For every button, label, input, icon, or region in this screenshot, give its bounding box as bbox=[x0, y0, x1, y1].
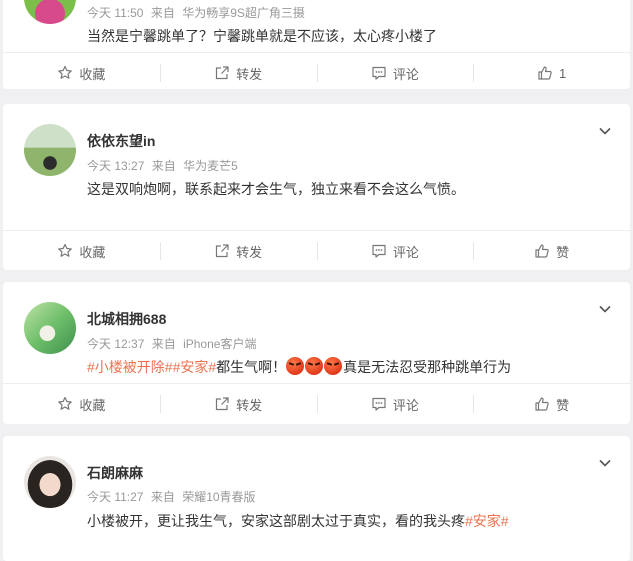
action-bar: 收藏 转发 评论 赞 bbox=[3, 383, 630, 424]
hashtag-link[interactable]: #小楼被开除# bbox=[87, 359, 173, 375]
avatar[interactable] bbox=[24, 456, 76, 508]
comment-label: 评论 bbox=[392, 244, 419, 260]
post-time: 今天 11:27 bbox=[87, 490, 144, 504]
post-card: 今天 11:50 来自 华为畅享9S超广角三摄 当然是宁馨跳单了？宁馨跳单就是不… bbox=[3, 0, 630, 89]
forward-label: 转发 bbox=[236, 244, 263, 260]
post-text-body: 小楼被开，更让我生气，安家这部剧太过于真实，看的我头疼 bbox=[87, 513, 465, 529]
thumbs-up-icon bbox=[535, 397, 549, 411]
star-outline-icon bbox=[58, 396, 73, 410]
post-meta: 今天 13:27 来自 华为麦芒5 bbox=[87, 157, 242, 174]
post-from: 来自 bbox=[150, 490, 175, 504]
chevron-down-icon[interactable] bbox=[598, 302, 612, 316]
avatar[interactable] bbox=[24, 302, 76, 354]
angry-emoji-icon bbox=[305, 357, 324, 375]
avatar[interactable] bbox=[24, 0, 76, 24]
hashtag-link[interactable]: #安家# bbox=[173, 359, 217, 375]
action-bar: 收藏 转发 评论 1 bbox=[3, 52, 630, 89]
star-outline-icon bbox=[58, 65, 73, 79]
like-button[interactable]: 1 bbox=[473, 53, 630, 89]
comment-button[interactable]: 评论 bbox=[316, 53, 474, 89]
action-bar: 收藏 转发 评论 赞 bbox=[3, 230, 630, 270]
post-from: 来自 bbox=[151, 337, 176, 351]
collect-label: 收藏 bbox=[79, 244, 106, 260]
comment-button[interactable]: 评论 bbox=[316, 231, 474, 270]
collect-button[interactable]: 收藏 bbox=[3, 384, 160, 424]
post-time: 今天 12:37 bbox=[87, 337, 145, 351]
share-box-icon bbox=[216, 397, 229, 411]
thumbs-up-icon bbox=[535, 244, 549, 258]
post-meta: 今天 11:27 来自 荣耀10青春版 bbox=[87, 488, 260, 505]
username[interactable]: 石朗麻麻 bbox=[87, 463, 143, 483]
collect-label: 收藏 bbox=[79, 66, 106, 82]
like-label: 赞 bbox=[556, 244, 570, 260]
post-meta: 今天 12:37 来自 iPhone客户端 bbox=[87, 335, 260, 352]
post-text: 小楼被开，更让我生气，安家这部剧太过于真实，看的我头疼#安家# bbox=[87, 511, 509, 531]
comment-bubble-icon bbox=[372, 244, 386, 258]
share-box-icon bbox=[216, 66, 229, 80]
collect-button[interactable]: 收藏 bbox=[3, 53, 160, 89]
username[interactable]: 依依东望in bbox=[87, 131, 155, 151]
avatar[interactable] bbox=[24, 124, 76, 176]
like-button[interactable]: 赞 bbox=[473, 231, 630, 270]
forward-button[interactable]: 转发 bbox=[159, 384, 317, 424]
hashtag-link[interactable]: #安家# bbox=[465, 513, 509, 529]
post-text-end: 真是无法忍受那种跳单行为 bbox=[343, 359, 512, 375]
post-from: 来自 bbox=[150, 6, 175, 20]
comment-bubble-icon bbox=[372, 66, 386, 80]
share-box-icon bbox=[216, 244, 229, 258]
forward-label: 转发 bbox=[236, 66, 263, 82]
post-time: 今天 13:27 bbox=[87, 159, 145, 173]
forward-button[interactable]: 转发 bbox=[159, 53, 317, 89]
post-device[interactable]: 华为麦芒5 bbox=[183, 159, 238, 173]
collect-button[interactable]: 收藏 bbox=[3, 231, 160, 270]
post-text: #小楼被开除##安家#都生气啊！ 真是无法忍受那种跳单行为 bbox=[87, 357, 511, 377]
thumbs-up-icon bbox=[538, 66, 552, 80]
post-card: 依依东望in 今天 13:27 来自 华为麦芒5 这是双响炮啊，联系起来才会生气… bbox=[3, 104, 630, 270]
post-device[interactable]: 荣耀10青春版 bbox=[182, 490, 255, 504]
like-button[interactable]: 赞 bbox=[473, 384, 630, 424]
post-card: 北城相拥688 今天 12:37 来自 iPhone客户端 #小楼被开除##安家… bbox=[3, 282, 630, 424]
forward-label: 转发 bbox=[236, 397, 263, 413]
post-device[interactable]: 华为畅享9S超广角三摄 bbox=[182, 6, 305, 20]
angry-emoji-icon bbox=[286, 357, 305, 375]
star-outline-icon bbox=[58, 243, 73, 257]
post-meta: 今天 11:50 来自 华为畅享9S超广角三摄 bbox=[87, 4, 309, 21]
post-text-mid: 都生气啊！ bbox=[216, 359, 287, 375]
like-label: 赞 bbox=[556, 397, 570, 413]
post-time: 今天 11:50 bbox=[87, 6, 144, 20]
like-count: 1 bbox=[559, 65, 567, 81]
comment-label: 评论 bbox=[392, 397, 419, 413]
chevron-down-icon[interactable] bbox=[598, 456, 612, 470]
post-text: 这是双响炮啊，联系起来才会生气，独立来看不会这么气愤。 bbox=[87, 181, 465, 197]
post-card: 石朗麻麻 今天 11:27 来自 荣耀10青春版 小楼被开，更让我生气，安家这部… bbox=[3, 436, 630, 561]
comment-button[interactable]: 评论 bbox=[316, 384, 474, 424]
forward-button[interactable]: 转发 bbox=[159, 231, 317, 270]
post-device[interactable]: iPhone客户端 bbox=[183, 337, 256, 351]
comment-bubble-icon bbox=[372, 397, 386, 411]
collect-label: 收藏 bbox=[79, 397, 106, 413]
comment-label: 评论 bbox=[392, 66, 419, 82]
post-text: 当然是宁馨跳单了？宁馨跳单就是不应该，太心疼小楼了 bbox=[87, 28, 437, 44]
username[interactable]: 北城相拥688 bbox=[87, 309, 166, 329]
chevron-down-icon[interactable] bbox=[598, 124, 612, 138]
post-from: 来自 bbox=[151, 159, 176, 173]
angry-emoji-icon bbox=[324, 357, 343, 375]
